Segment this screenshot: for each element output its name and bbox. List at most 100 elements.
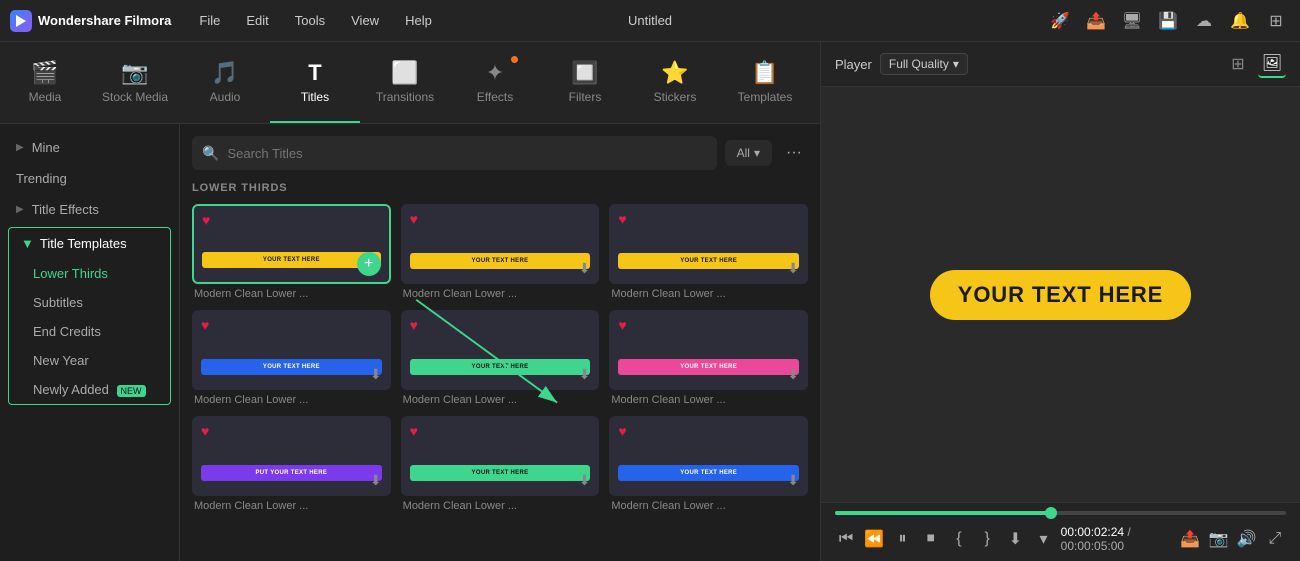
insert-button[interactable]: ⬇ [1004,525,1026,553]
grid-item-8[interactable]: ♥ YOUR TEXT HERE ⬇ Modern Clean Lower ..… [401,416,600,512]
menu-help[interactable]: Help [393,9,444,32]
thumb-5: ♥ YOUR TEXT HERE ⬇ [401,310,600,390]
current-time: 00:00:02:24 [1061,525,1124,539]
grid-item-7[interactable]: ♥ PUT YOUR TEXT HERE ⬇ Modern Clean Lowe… [192,416,391,512]
fullscreen-icon[interactable]: 🖼 [1258,50,1286,78]
search-input[interactable] [227,146,706,161]
notification-icon[interactable]: 🔔 [1226,7,1254,35]
thumb-3: ♥ YOUR TEXT HERE ⬇ [609,204,808,284]
tab-stickers[interactable]: ⭐ Stickers [630,42,720,123]
menu-file[interactable]: File [187,9,232,32]
grid-item-6[interactable]: ♥ YOUR TEXT HERE ⬇ Modern Clean Lower ..… [609,310,808,406]
download-icon-7[interactable]: ⬇ [370,472,382,489]
favorite-icon-8: ♥ [410,423,418,439]
player-panel: Player Full Quality ▾ ⊞ 🖼 YOUR TEXT HERE… [820,42,1300,561]
grid-item-2[interactable]: ♥ YOUR TEXT HERE ⬇ Modern Clean Lower ..… [401,204,600,300]
quality-selector[interactable]: Full Quality ▾ [880,53,968,75]
filter-button[interactable]: All ▾ [725,140,772,166]
download-icon-9[interactable]: ⬇ [787,472,799,489]
search-wrap: 🔍 [192,136,717,170]
filters-icon: 🔲 [571,60,598,86]
item-label-8: Modern Clean Lower ... [401,500,600,512]
volume-icon[interactable]: 🔊 [1236,525,1258,553]
item-label-9: Modern Clean Lower ... [609,500,808,512]
more-options-button[interactable]: ··· [780,139,808,167]
grid-item-5[interactable]: ♥ YOUR TEXT HERE ⬇ Modern Clean Lower ..… [401,310,600,406]
download-icon-6[interactable]: ⬇ [787,366,799,383]
tab-audio-label: Audio [210,90,241,104]
tab-stickers-label: Stickers [654,90,697,104]
sidebar-title-templates-header[interactable]: ▼ Title Templates [9,228,170,259]
item-label-2: Modern Clean Lower ... [401,288,600,300]
tab-effects[interactable]: ✦ Effects [450,42,540,123]
sidebar-subsection-subtitles[interactable]: Subtitles [9,288,170,317]
sidebar-item-title-effects[interactable]: ▶ Title Effects [0,194,179,225]
sidebar-subsection-newly-added[interactable]: Newly Added NEW [9,375,170,404]
items-grid: ♥ YOUR TEXT HERE + Modern Clean Lower ..… [192,204,808,512]
thumb-9: ♥ YOUR TEXT HERE ⬇ [609,416,808,496]
stop-button[interactable]: ⏹ [920,525,942,553]
bar-3: YOUR TEXT HERE [618,253,799,269]
grid-view-icon[interactable]: ⊞ [1224,50,1252,78]
bar-6: YOUR TEXT HERE [618,359,799,375]
menu-edit[interactable]: Edit [234,9,280,32]
tab-audio[interactable]: 🎵 Audio [180,42,270,123]
bar-7: PUT YOUR TEXT HERE [201,465,382,481]
total-time: 00:00:05:00 [1061,539,1124,553]
search-icon: 🔍 [202,145,219,162]
step-back-button[interactable]: ⏪ [863,525,885,553]
cloud-icon[interactable]: ☁ [1190,7,1218,35]
grid-item-4[interactable]: ♥ YOUR TEXT HERE ⬇ Modern Clean Lower ..… [192,310,391,406]
grid-item-9[interactable]: ♥ YOUR TEXT HERE ⬇ Modern Clean Lower ..… [609,416,808,512]
rewind-button[interactable]: ⏮ [835,525,857,553]
sidebar-subsection-lower-thirds[interactable]: Lower Thirds [9,259,170,288]
download-icon-2[interactable]: ⬇ [579,260,591,277]
item-label-1: Modern Clean Lower ... [192,288,391,300]
expand-icon[interactable]: ⤢ [1264,525,1286,553]
download-icon-5[interactable]: ⬇ [579,366,591,383]
titles-icon: T [308,60,321,86]
tab-titles[interactable]: T Titles [270,42,360,123]
monitor-icon[interactable]: 🖥 [1118,7,1146,35]
pause-button[interactable]: ⏸ [891,525,913,553]
output-icon[interactable]: 📤 [1179,525,1201,553]
tab-media[interactable]: 🎬 Media [0,42,90,123]
download-icon-4[interactable]: ⬇ [370,366,382,383]
sidebar-item-mine[interactable]: ▶ Mine [0,132,179,163]
add-icon-1[interactable]: + [357,252,381,276]
rocket-icon[interactable]: 🚀 [1046,7,1074,35]
grid-item-1[interactable]: ♥ YOUR TEXT HERE + Modern Clean Lower ..… [192,204,391,300]
grid-item-3[interactable]: ♥ YOUR TEXT HERE ⬇ Modern Clean Lower ..… [609,204,808,300]
effects-chevron: ▶ [16,204,24,215]
progress-thumb [1045,507,1057,519]
screenshot-icon[interactable]: 📷 [1207,525,1229,553]
mark-out-button[interactable]: } [976,525,998,553]
menu-view[interactable]: View [339,9,391,32]
tab-transitions[interactable]: ⬜ Transitions [360,42,450,123]
share-icon[interactable]: 📤 [1082,7,1110,35]
download-icon-8[interactable]: ⬇ [579,472,591,489]
layout-icon[interactable]: ⊞ [1262,7,1290,35]
favorite-icon-7: ♥ [201,423,209,439]
grid-container: ♥ YOUR TEXT HERE + Modern Clean Lower ..… [192,204,808,512]
progress-bar[interactable] [835,511,1286,515]
mark-in-button[interactable]: { [948,525,970,553]
tab-stock-label: Stock Media [102,90,168,104]
item-label-7: Modern Clean Lower ... [192,500,391,512]
quality-label: Full Quality [889,57,949,71]
topbar: Wondershare Filmora File Edit Tools View… [0,0,1300,42]
tab-filters[interactable]: 🔲 Filters [540,42,630,123]
sidebar-subsection-new-year[interactable]: New Year [9,346,170,375]
save-icon[interactable]: 💾 [1154,7,1182,35]
sidebar-item-trending[interactable]: Trending [0,163,179,194]
menu-tools[interactable]: Tools [283,9,337,32]
quality-chevron-icon: ▾ [953,57,959,71]
tab-stock-media[interactable]: 📷 Stock Media [90,42,180,123]
more-controls[interactable]: ▾ [1032,525,1054,553]
tab-templates[interactable]: 📋 Templates [720,42,810,123]
templates-chevron: ▼ [21,236,34,251]
filter-chevron-icon: ▾ [754,146,760,160]
sidebar-subsection-end-credits[interactable]: End Credits [9,317,170,346]
download-icon-3[interactable]: ⬇ [787,260,799,277]
favorite-icon-4: ♥ [201,317,209,333]
